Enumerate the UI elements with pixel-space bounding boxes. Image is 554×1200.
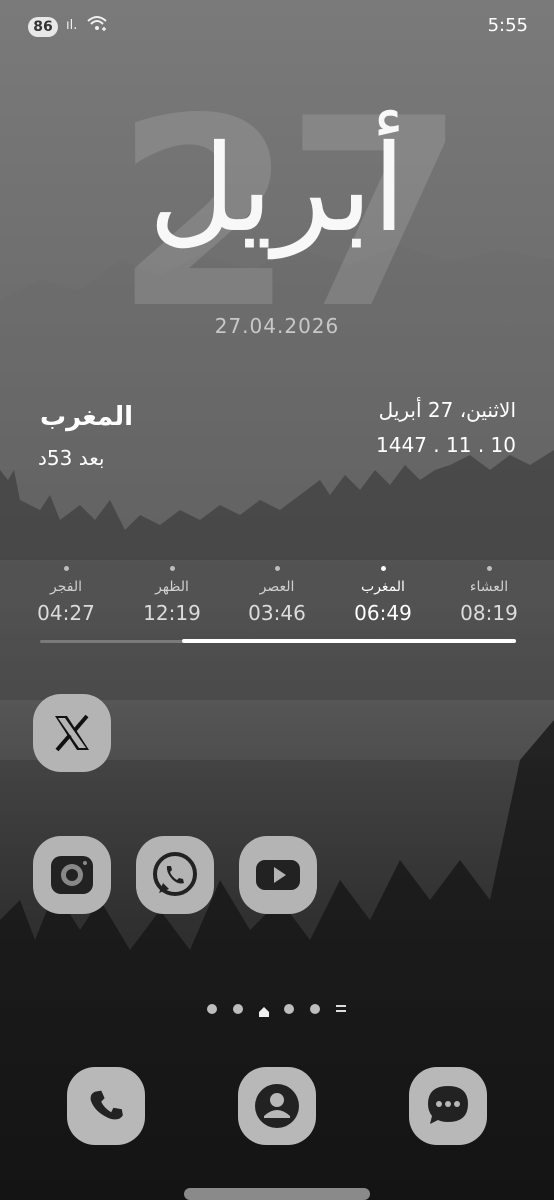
prayer-fajr: الفجر 04:27 — [21, 566, 111, 625]
prayer-time: 03:46 — [248, 601, 306, 625]
prayer-name: الفجر — [50, 579, 82, 595]
dock-contacts[interactable] — [238, 1067, 316, 1145]
messages-icon — [428, 1086, 468, 1124]
page-dot[interactable] — [284, 1004, 294, 1014]
prayer-dot — [380, 566, 386, 571]
prayer-name: الظهر — [155, 579, 189, 595]
gregorian-date: الاثنين، 27 أبريل — [378, 398, 516, 422]
prayer-name: العصر — [259, 579, 295, 595]
hijri-date: 1447 . 11 . 10 — [376, 433, 516, 457]
wifi-icon — [87, 16, 107, 31]
app-x[interactable] — [33, 694, 111, 772]
day-progress-fill — [182, 639, 516, 643]
x-icon — [55, 714, 89, 752]
prayer-asr: العصر 03:46 — [232, 566, 322, 625]
prayer-dhuhr: الظهر 12:19 — [127, 566, 217, 625]
prayer-name: العشاء — [469, 579, 509, 595]
gesture-handle[interactable] — [184, 1188, 370, 1200]
contacts-icon — [255, 1084, 299, 1128]
app-whatsapp[interactable] — [136, 836, 214, 914]
prayer-time: 12:19 — [143, 601, 201, 625]
status-bar: 86 ıl. 5:55 — [0, 0, 554, 52]
next-prayer-name: المغرب — [40, 402, 134, 432]
status-clock: 5:55 — [487, 15, 528, 36]
dock-messages[interactable] — [409, 1067, 487, 1145]
prayer-time: 06:49 — [354, 601, 412, 625]
signal-icon: ıl. — [66, 18, 78, 33]
page-dot[interactable] — [207, 1004, 217, 1014]
prayer-time: 08:19 — [460, 601, 518, 625]
menu-lines-icon[interactable] — [336, 1005, 346, 1014]
page-dot[interactable] — [233, 1004, 243, 1014]
app-youtube[interactable] — [239, 836, 317, 914]
whatsapp-icon — [153, 852, 197, 896]
youtube-icon — [256, 860, 300, 890]
next-prayer-remaining: بعد 53د — [38, 446, 105, 470]
prayer-maghrib: المغرب 06:49 — [338, 566, 428, 625]
page-dot[interactable] — [310, 1004, 320, 1014]
app-camera[interactable] — [33, 836, 111, 914]
prayer-dot — [169, 566, 175, 571]
battery-indicator: 86 — [28, 17, 58, 37]
prayer-dot — [274, 566, 280, 571]
month-calligraphy: أبريل — [148, 120, 406, 259]
prayer-isha: العشاء 08:19 — [444, 566, 534, 625]
numeric-date: 27.04.2026 — [214, 314, 340, 338]
home-page-indicator-icon[interactable] — [258, 1003, 270, 1017]
prayer-dot — [486, 566, 492, 571]
dock-phone[interactable] — [67, 1067, 145, 1145]
camera-icon — [51, 856, 93, 894]
prayer-name: المغرب — [361, 579, 405, 595]
prayer-dot — [63, 566, 69, 571]
prayer-time: 04:27 — [37, 601, 95, 625]
phone-icon — [90, 1090, 123, 1120]
